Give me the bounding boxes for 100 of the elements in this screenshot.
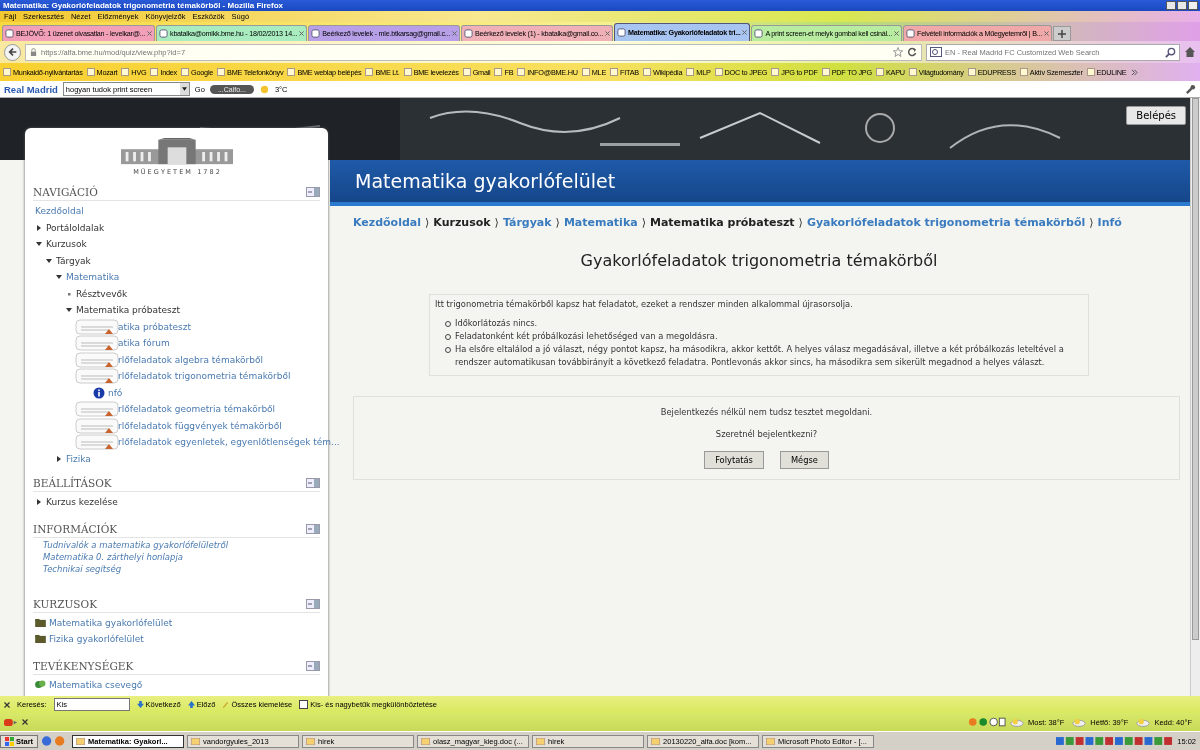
expanded-arrow-icon[interactable] [45,256,53,265]
bookmark-icon [908,68,917,76]
breadcrumb-link[interactable]: Kezdőoldal [353,216,422,229]
dropdown-arrow-icon[interactable] [181,87,187,91]
breadcrumb-separator: ⟩ [1089,216,1094,229]
info-link[interactable]: Technikai segítség [43,563,320,574]
nav-link[interactable]: Kezdőoldal [35,206,84,217]
collapsed-arrow-icon[interactable] [35,223,43,232]
dock-icon[interactable] [306,523,320,534]
nav-item[interactable]: Kurzusok [46,239,87,250]
block-title: INFORMÁCIÓK [33,522,118,535]
bookmark-icon [714,68,723,76]
more-bookmarks-icon[interactable] [1130,68,1138,76]
site-title: Matematika gyakorlófelület [355,170,616,192]
rule-text: Ha elsőre eltalálod a jó választ, négy pontot kapsz, ha másodikra, akkor kettőt. A helyes válasz megadásával, illetve a két próbálkozás leteltével a rendszer automatikusan továbbirányít a következő feladatra. Pontlevonás akkor sincs, ha másodikra sem sikerült megadnod a helyes választ. [455,343,1065,369]
nav-link[interactable]: rlőfeladatok egyenletek, egyenlőtlenségek tém... [118,437,340,448]
maximize-button[interactable] [1177,1,1187,10]
wrench-icon[interactable] [1185,83,1196,95]
rule-text: Időkorlátozás nincs. [455,317,538,330]
notice-text: Bejelentkezés nélkül nem tudsz tesztet megoldani. [660,407,873,417]
nav-link[interactable]: atika fórum [118,338,170,349]
nav-item[interactable]: Tárgyak [56,255,91,266]
toolbar-brand[interactable]: Real Madrid [4,83,58,95]
reload-icon[interactable] [907,47,917,57]
rule-text: Feladatonként két próbálkozási lehetőséged van a megoldásra. [455,330,718,343]
page-icon [906,29,915,38]
close-tab-icon[interactable] [605,31,610,36]
breadcrumb-link[interactable]: Infó [1097,216,1122,229]
bookmark-icon [967,68,976,76]
breadcrumb-separator: ⟩ [641,216,646,229]
minimize-button[interactable] [1166,1,1176,10]
close-tab-icon[interactable] [742,30,748,35]
close-tab-icon[interactable] [894,31,899,36]
breadcrumb-link[interactable]: Matematika [563,216,638,229]
dialog-button[interactable]: Folytatás [704,451,764,469]
nav-link[interactable]: rlőfeladatok trigonometria témakörből [118,371,291,382]
new-tab-button[interactable] [1052,26,1071,41]
info-link[interactable]: Matematika 0. zárthelyi honlapja [43,551,320,562]
back-button[interactable] [4,43,21,61]
nav-link[interactable]: nfó [108,387,123,398]
bookmark-icon [3,68,11,76]
course-link[interactable]: Fizika gyakorlófelület [49,634,144,645]
bookmark-icon [771,68,780,76]
close-tab-icon[interactable] [299,31,305,36]
breadcrumb-link[interactable]: Tárgyak [502,216,552,229]
close-tab-icon[interactable] [1043,31,1049,36]
star-icon[interactable] [893,47,903,57]
login-button[interactable]: Belépés [1126,106,1186,125]
nav-item[interactable]: Portáloldalak [46,222,105,233]
search-icon[interactable] [1165,46,1176,58]
info-link[interactable]: Tudnivalók a matematika gyakorlófelületről [43,539,320,550]
breadcrumb-separator: ⟩ [425,216,430,229]
block-title: NAVIGÁCIÓ [33,186,98,198]
nav-link[interactable]: rlőfeladatok függvények témakörből [118,420,282,431]
back-arrow-icon [7,47,18,57]
cloud-icon [1072,717,1087,727]
bookmark-icon [642,68,651,76]
bookmark-icon [494,68,503,76]
bookmark-icon [610,68,619,76]
nav-item[interactable]: Résztvevők [76,288,128,299]
nav-link[interactable]: rlőfeladatok algebra témakörből [118,354,263,365]
close-icon[interactable] [22,719,28,725]
bookmark-icon [86,68,95,76]
nav-item[interactable]: Kurzus kezelése [46,497,118,508]
sun-icon [258,83,270,95]
nav-link[interactable]: rlőfeladatok geometria témakörből [118,404,276,415]
collapsed-arrow-icon[interactable] [35,498,43,507]
home-icon[interactable] [1184,46,1196,58]
page-icon [159,29,169,38]
document-icon [75,434,119,451]
bookmark-icon [287,68,296,76]
page-icon [5,29,14,38]
bookmark-icon [181,68,190,76]
bookmark-icon [121,68,130,76]
nav-link[interactable]: atika próbateszt [118,321,191,332]
window-title: Matematika: Gyakorlófeladatok trigonometria témakörből - Mozilla Firefox [3,1,285,10]
dialog-button[interactable]: Mégse [779,451,829,469]
course-link[interactable]: Matematika gyakorlófelület [49,617,173,628]
close-tab-icon[interactable] [147,31,153,36]
plus-icon [1057,29,1066,38]
page-icon [754,29,764,38]
search-engine-icon[interactable] [930,47,942,57]
breadcrumb-link[interactable]: Gyakorlófeladatok trigonometria témakörből [806,216,1086,229]
nav-link[interactable]: Matematika [66,272,120,283]
activity-link[interactable]: Matematika csevegő [49,679,143,690]
scrollbar[interactable] [1190,98,1200,696]
nav-item[interactable]: Matematika próbateszt [76,305,181,316]
bookmark-icon [150,68,159,76]
dock-icon[interactable] [306,598,320,609]
close-icon[interactable] [4,701,10,708]
close-tab-icon[interactable] [452,31,457,36]
bookmark-icon [217,68,226,76]
close-button[interactable] [1188,1,1198,10]
collapsed-arrow-icon[interactable] [55,454,63,463]
cloud-icon [1136,717,1151,727]
intro-text: Itt trigonometria témakörből kapsz hat feladatot, ezeket a rendszer minden alkalommal újrasorsolja. [435,299,854,309]
document-icon [75,368,119,385]
dock-icon[interactable] [306,660,320,671]
page-icon [311,29,321,38]
nav-link[interactable]: Fizika [66,453,91,464]
